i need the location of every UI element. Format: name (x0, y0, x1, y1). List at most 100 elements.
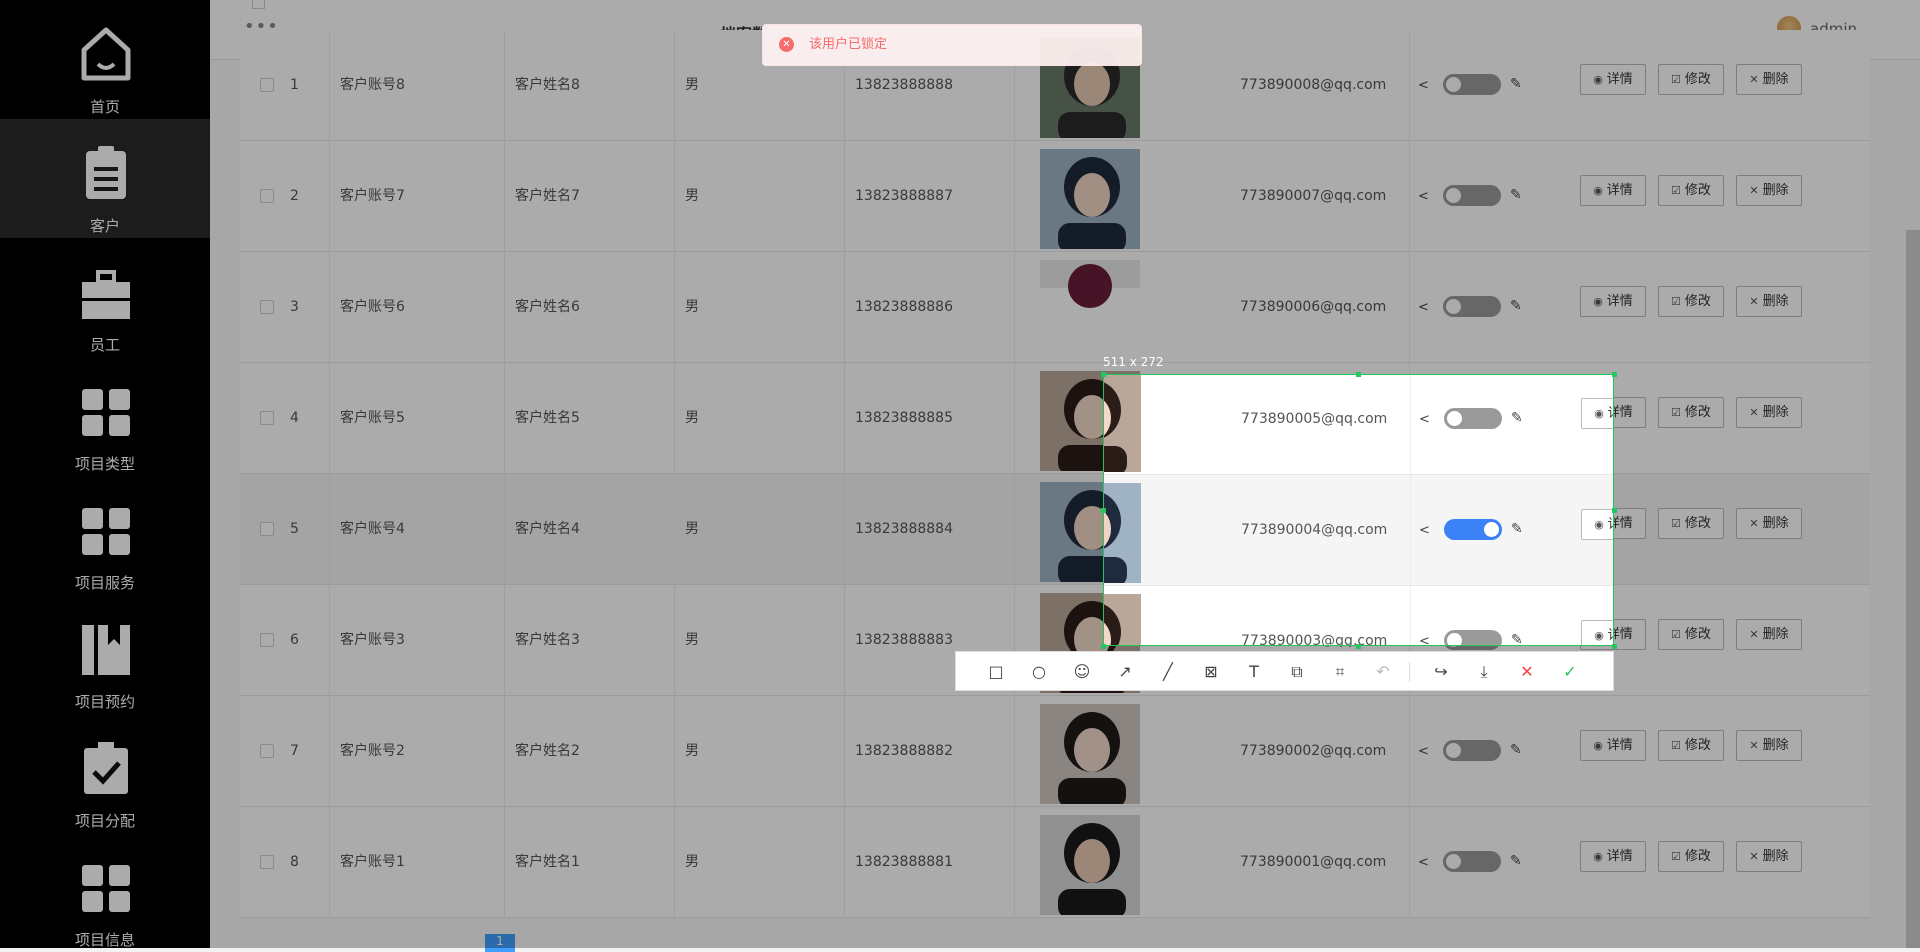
share-icon[interactable]: < (1418, 189, 1429, 204)
row-checkbox[interactable] (260, 411, 274, 425)
share-icon[interactable]: < (1419, 523, 1430, 538)
sidebar-item[interactable]: 项目类型 (0, 357, 210, 476)
pencil-icon[interactable]: ✎ (1510, 187, 1522, 203)
detail-button[interactable]: ◉详情 (1581, 398, 1613, 429)
customer-photo[interactable] (1040, 704, 1140, 804)
status-toggle[interactable] (1443, 296, 1501, 317)
share-icon[interactable]: ↪ (1429, 660, 1453, 684)
share-icon[interactable]: < (1418, 300, 1429, 315)
mosaic-icon[interactable]: ⊠ (1199, 660, 1223, 684)
resize-handle[interactable] (1612, 644, 1617, 649)
sidebar-item[interactable]: 首页 (0, 0, 210, 119)
resize-handle[interactable] (1356, 644, 1361, 649)
customer-photo[interactable] (1104, 375, 1141, 472)
pencil-icon[interactable]: ✎ (1511, 632, 1523, 645)
rectangle-icon[interactable]: □ (984, 660, 1008, 684)
delete-label: 删除 (1762, 627, 1789, 642)
edit-button[interactable]: ☑ 修改 (1658, 397, 1724, 428)
line-icon[interactable]: ╱ (1156, 660, 1180, 684)
share-icon[interactable]: < (1418, 78, 1429, 93)
row-checkbox[interactable] (260, 189, 274, 203)
ocr-icon[interactable]: ⌗ (1328, 660, 1352, 684)
sidebar-item[interactable]: 员工 (0, 238, 210, 357)
delete-button[interactable]: ✕ 删除 (1736, 508, 1802, 539)
sidebar-item[interactable]: 客户 (0, 119, 210, 238)
resize-handle[interactable] (1101, 644, 1106, 649)
arrow-icon[interactable]: ↗ (1113, 660, 1137, 684)
detail-button[interactable]: ◉详情 (1581, 509, 1613, 540)
row-checkbox[interactable] (260, 744, 274, 758)
row-checkbox[interactable] (260, 78, 274, 92)
detail-button[interactable]: ◉详情 (1580, 64, 1646, 95)
resize-handle[interactable] (1101, 508, 1106, 513)
edit-button[interactable]: ☑ 修改 (1658, 286, 1724, 317)
edit-button[interactable]: ☑ 修改 (1658, 730, 1724, 761)
customer-photo[interactable] (1040, 260, 1140, 360)
delete-button[interactable]: ✕ 删除 (1736, 730, 1802, 761)
delete-button[interactable]: ✕ 删除 (1736, 286, 1802, 317)
sidebar-item[interactable]: 项目信息 (0, 833, 210, 948)
ellipse-icon[interactable]: ○ (1027, 660, 1051, 684)
resize-handle[interactable] (1612, 372, 1617, 377)
toggle-knob (1446, 77, 1461, 92)
eye-icon: ◉ (1593, 184, 1603, 197)
emoji-icon[interactable]: ☺ (1070, 660, 1094, 684)
status-toggle[interactable] (1444, 408, 1502, 429)
detail-button[interactable]: ◉详情 (1580, 175, 1646, 206)
status-toggle[interactable] (1443, 74, 1501, 95)
edit-button[interactable]: ☑ 修改 (1658, 64, 1724, 95)
resize-handle[interactable] (1101, 372, 1106, 377)
customer-photo[interactable] (1104, 594, 1141, 645)
screenshot-selection[interactable]: 首页客户员工项目类型项目服务项目预约项目分配项目信息 ••• 档案数 admin… (1103, 374, 1614, 646)
share-icon[interactable]: < (1419, 634, 1430, 645)
detail-button[interactable]: ◉详情 (1580, 730, 1646, 761)
text-icon[interactable]: T (1242, 660, 1266, 684)
row-checkbox[interactable] (260, 633, 274, 647)
resize-handle[interactable] (1612, 508, 1617, 513)
delete-button[interactable]: ✕ 删除 (1736, 64, 1802, 95)
edit-button[interactable]: ☑ 修改 (1658, 619, 1724, 650)
delete-button[interactable]: ✕ 删除 (1736, 841, 1802, 872)
row-checkbox[interactable] (260, 300, 274, 314)
page-1-button[interactable]: 1 (485, 934, 515, 952)
edit-button[interactable]: ☑ 修改 (1658, 175, 1724, 206)
pencil-icon[interactable]: ✎ (1510, 853, 1522, 869)
pencil-icon[interactable]: ✎ (1510, 298, 1522, 314)
resize-handle[interactable] (1356, 372, 1361, 377)
pencil-icon[interactable]: ✎ (1511, 521, 1523, 537)
detail-button[interactable]: ◉详情 (1580, 841, 1646, 872)
share-icon[interactable]: < (1418, 744, 1429, 759)
close-icon: ✕ (1749, 517, 1759, 530)
status-toggle[interactable] (1444, 630, 1502, 645)
select-all-checkbox[interactable] (252, 0, 265, 9)
status-toggle[interactable] (1443, 851, 1501, 872)
customer-photo[interactable] (1104, 483, 1141, 583)
detail-button[interactable]: ◉详情 (1581, 620, 1613, 645)
share-icon[interactable]: < (1419, 412, 1430, 427)
status-toggle[interactable] (1443, 185, 1501, 206)
row-checkbox[interactable] (260, 522, 274, 536)
pencil-icon[interactable]: ✎ (1510, 76, 1522, 92)
status-toggle[interactable] (1444, 519, 1502, 540)
edit-button[interactable]: ☑ 修改 (1658, 508, 1724, 539)
pencil-icon[interactable]: ✎ (1510, 742, 1522, 758)
edit-button[interactable]: ☑ 修改 (1658, 841, 1724, 872)
sidebar-item[interactable]: 项目预约 (0, 595, 210, 714)
cancel-icon[interactable]: ✕ (1515, 660, 1539, 684)
undo-icon[interactable]: ↶ (1371, 660, 1395, 684)
confirm-icon[interactable]: ✓ (1558, 660, 1582, 684)
delete-button[interactable]: ✕ 删除 (1736, 175, 1802, 206)
delete-button[interactable]: ✕ 删除 (1736, 397, 1802, 428)
share-icon[interactable]: < (1418, 855, 1429, 870)
delete-button[interactable]: ✕ 删除 (1736, 619, 1802, 650)
pencil-icon[interactable]: ✎ (1511, 410, 1523, 426)
detail-button[interactable]: ◉详情 (1580, 286, 1646, 317)
row-checkbox[interactable] (260, 855, 274, 869)
status-toggle[interactable] (1443, 740, 1501, 761)
customer-photo[interactable] (1040, 149, 1140, 249)
sidebar-item[interactable]: 项目分配 (0, 714, 210, 833)
download-icon[interactable]: ⤓ (1472, 660, 1496, 684)
sidebar-item[interactable]: 项目服务 (0, 476, 210, 595)
scrollbar[interactable] (1906, 230, 1920, 948)
customer-photo[interactable] (1040, 815, 1140, 915)
